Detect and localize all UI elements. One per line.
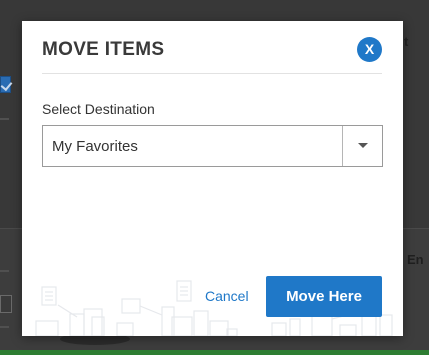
background-partial-text: En — [407, 252, 424, 267]
background-dash — [0, 326, 9, 328]
background-status-strip — [0, 350, 429, 355]
destination-select-value: My Favorites — [52, 138, 138, 155]
background-checkbox-checked — [0, 76, 11, 93]
title-divider — [42, 73, 382, 74]
background-dash — [0, 270, 9, 272]
destination-select[interactable]: My Favorites — [42, 125, 383, 167]
background-checkbox-empty — [0, 295, 12, 313]
move-here-button[interactable]: Move Here — [266, 276, 382, 317]
cancel-button[interactable]: Cancel — [205, 288, 249, 304]
dialog-title: MOVE ITEMS — [42, 39, 165, 60]
move-items-dialog: MOVE ITEMS X Select Destination My Favor… — [22, 21, 403, 336]
destination-label: Select Destination — [42, 101, 155, 117]
chevron-down-icon[interactable] — [358, 143, 368, 148]
background-dash — [0, 118, 9, 120]
background-partial-text: t — [404, 34, 409, 49]
select-divider — [342, 126, 343, 166]
close-button[interactable]: X — [357, 37, 382, 62]
